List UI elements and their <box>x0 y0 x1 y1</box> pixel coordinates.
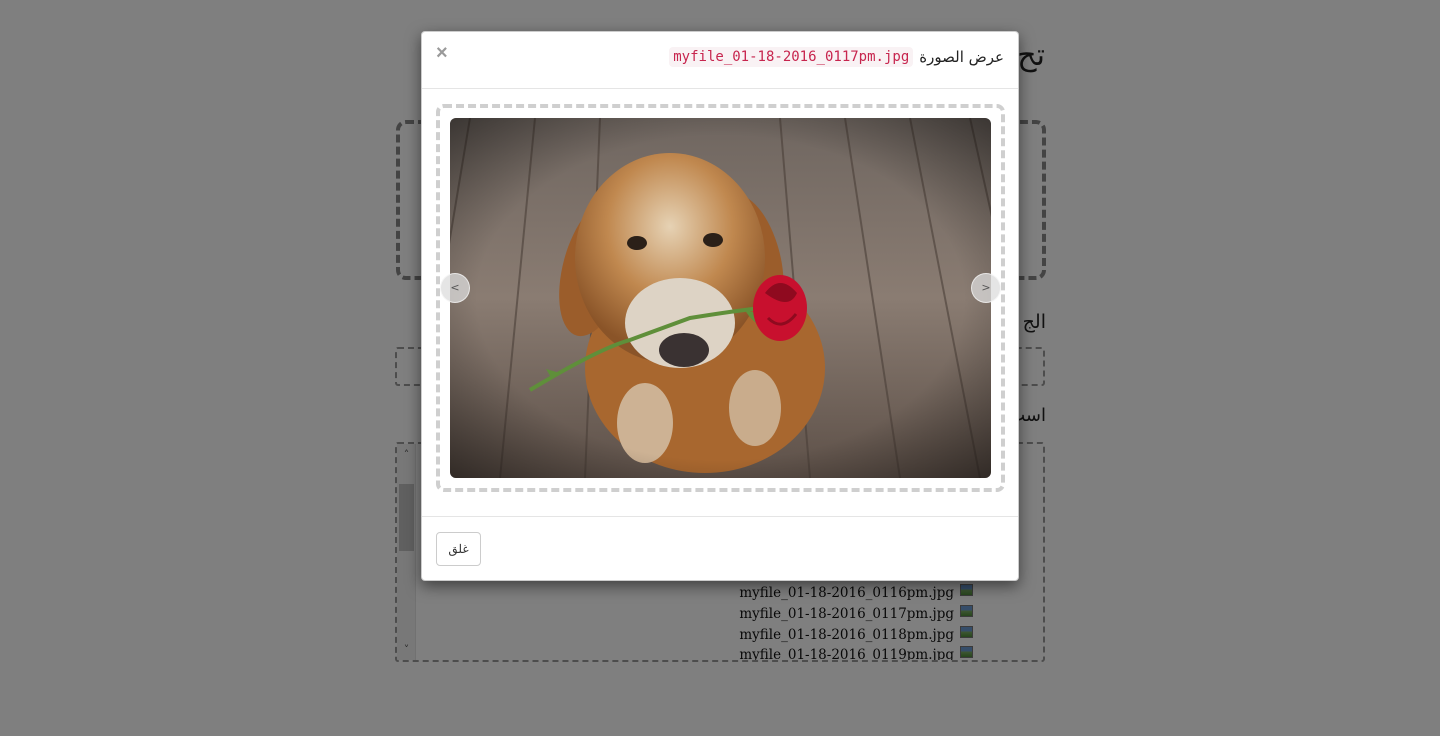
image-viewer-frame: < > <box>436 104 1005 492</box>
close-button[interactable]: غلق <box>436 532 481 566</box>
modal-title: عرض الصورة myfile_01-18-2016_0117pm.jpg <box>669 47 1004 67</box>
previous-image-button[interactable]: < <box>440 273 470 303</box>
modal-footer: غلق <box>422 517 1018 581</box>
next-image-button[interactable]: > <box>971 273 1001 303</box>
modal-title-text: عرض الصورة <box>919 48 1004 66</box>
modal-body: < > <box>422 89 1018 517</box>
close-icon[interactable]: × <box>436 43 448 63</box>
image-preview-modal: عرض الصورة myfile_01-18-2016_0117pm.jpg … <box>421 31 1019 581</box>
preview-image <box>450 118 991 478</box>
modal-filename: myfile_01-18-2016_0117pm.jpg <box>669 47 914 67</box>
modal-header: عرض الصورة myfile_01-18-2016_0117pm.jpg … <box>422 32 1018 89</box>
